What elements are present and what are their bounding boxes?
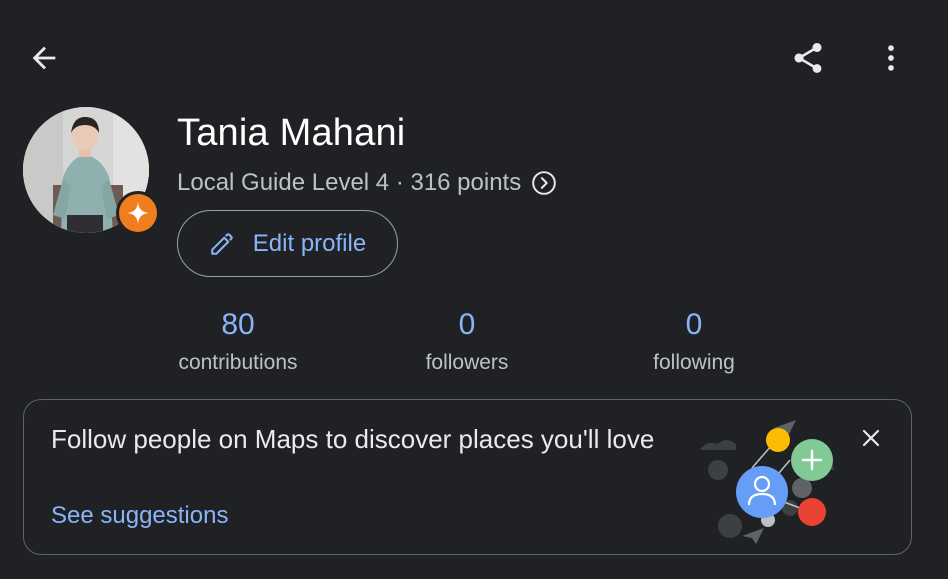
stat-label: contributions: [178, 351, 298, 374]
stat-label: followers: [425, 351, 509, 374]
local-guide-badge: [116, 191, 160, 235]
see-suggestions-link[interactable]: See suggestions: [51, 502, 228, 530]
profile-screen: Tania Mahani Local Guide Level 4 · 316 p…: [0, 0, 948, 579]
people-illustration: [692, 408, 842, 548]
dismiss-card-button[interactable]: [851, 418, 891, 458]
local-guide-level-link[interactable]: Local Guide Level 4 · 316 points: [177, 169, 557, 197]
chevron-right-circle-icon: [531, 170, 557, 196]
stat-contributions[interactable]: 80 contributions: [148, 305, 328, 375]
card-message: Follow people on Maps to discover places…: [51, 424, 655, 454]
edit-profile-label: Edit profile: [252, 229, 367, 257]
local-guide-level-text: Local Guide Level 4 · 316 points: [177, 169, 522, 196]
share-button[interactable]: [784, 34, 832, 82]
stat-followers[interactable]: 0 followers: [377, 305, 557, 375]
follow-suggestion-card: Follow people on Maps to discover places…: [23, 399, 912, 555]
more-vert-icon: [888, 45, 894, 71]
arrow-back-icon: [32, 46, 56, 70]
more-options-button[interactable]: [867, 34, 915, 82]
edit-profile-button[interactable]: Edit profile: [177, 210, 398, 277]
stat-value: 80: [221, 308, 255, 341]
local-guide-star-icon: [127, 202, 149, 224]
share-icon: [794, 43, 822, 73]
pencil-icon: [211, 232, 233, 255]
stat-following[interactable]: 0 following: [604, 305, 784, 375]
back-button[interactable]: [20, 34, 68, 82]
close-icon: [862, 429, 880, 447]
stat-value: 0: [685, 308, 703, 341]
profile-name: Tania Mahani: [177, 112, 406, 154]
stat-value: 0: [458, 308, 476, 341]
stat-label: following: [653, 351, 735, 374]
